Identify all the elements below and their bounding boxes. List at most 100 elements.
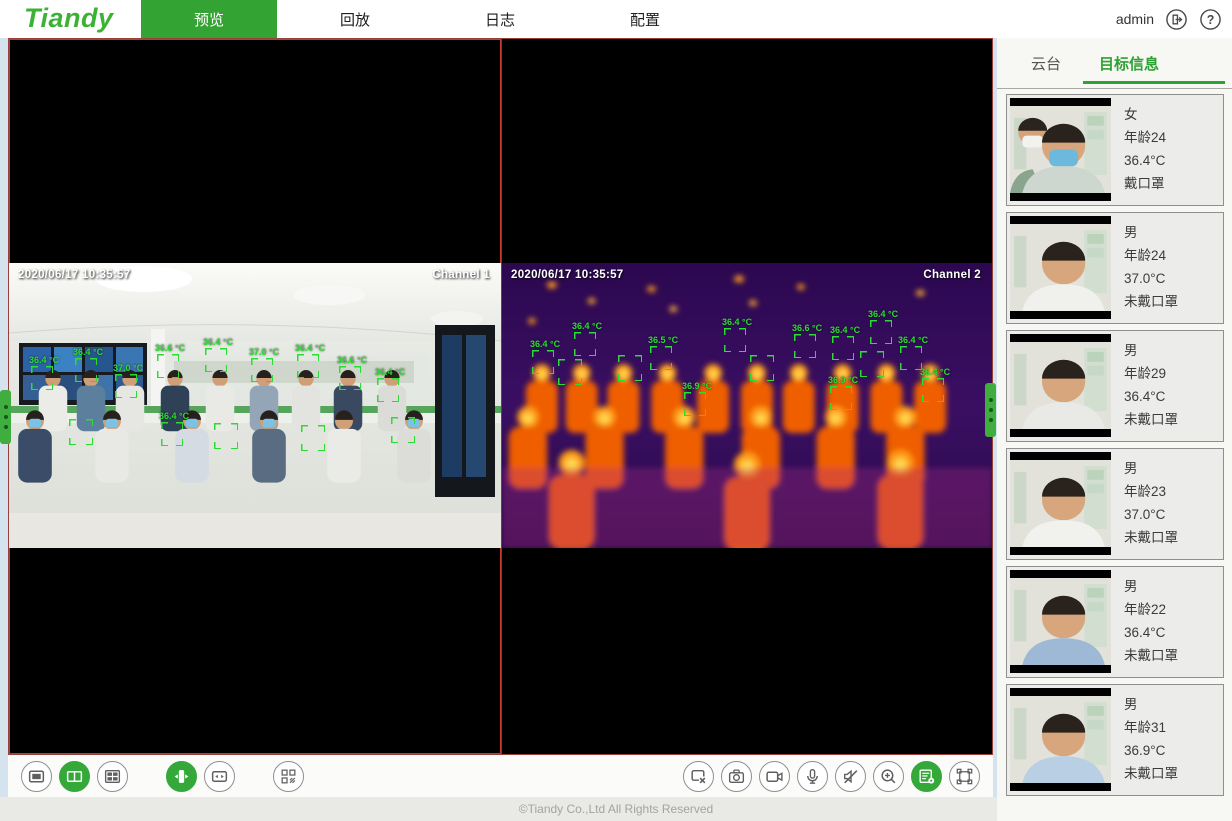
- svg-text:?: ?: [1207, 12, 1215, 26]
- video-grid: 2020/06/17 10:35:57 Channel 1 36.4 °C 36…: [8, 38, 993, 755]
- face-box: [69, 419, 93, 445]
- face-snapshot: [1010, 578, 1111, 665]
- video-toolbar: [8, 755, 993, 797]
- face-snapshot: [1010, 696, 1111, 783]
- tab-ptz[interactable]: 云台: [1031, 53, 1061, 74]
- tab-playback[interactable]: 回放: [300, 0, 410, 38]
- target-card[interactable]: 男 年龄29 36.4°C 未戴口罩: [1006, 330, 1224, 442]
- target-age: 年龄31: [1124, 716, 1178, 739]
- temp-annotation: 36.4 °C: [159, 411, 189, 446]
- target-info-text: 男 年龄23 37.0°C 未戴口罩: [1124, 457, 1178, 549]
- target-card[interactable]: 男 年龄24 37.0°C 未戴口罩: [1006, 212, 1224, 324]
- temp-annotation: 36.4 °C: [830, 325, 860, 360]
- temp-annotation: 36.4 °C: [898, 335, 928, 370]
- original-ratio-button[interactable]: [204, 761, 235, 792]
- custom-layout-button[interactable]: [273, 761, 304, 792]
- username-label: admin: [1116, 11, 1154, 27]
- temp-annotation: 36.4 °C: [572, 321, 602, 356]
- channel2-video-frame: [502, 263, 992, 548]
- mute-button[interactable]: [835, 761, 866, 792]
- close-all-button[interactable]: [683, 761, 714, 792]
- copyright-text: ©Tiandy Co.,Ltd All Rights Reserved: [519, 802, 713, 816]
- user-area: admin ?: [1116, 0, 1222, 38]
- digital-zoom-icon: [879, 767, 898, 786]
- target-age: 年龄22: [1124, 598, 1178, 621]
- custom-layout-icon: [279, 767, 298, 786]
- target-gender: 男: [1124, 457, 1178, 480]
- target-photo: [1010, 688, 1111, 791]
- target-mask-status: 未戴口罩: [1124, 408, 1178, 431]
- temp-annotation: 36.4 °C: [868, 309, 898, 344]
- channel1-timestamp: 2020/06/17 10:35:57: [18, 269, 131, 281]
- snapshot-icon: [727, 767, 746, 786]
- digital-zoom-button[interactable]: [873, 761, 904, 792]
- target-age: 年龄23: [1124, 480, 1178, 503]
- target-card[interactable]: 女 年龄24 36.4°C 戴口罩: [1006, 94, 1224, 206]
- target-info-button[interactable]: [911, 761, 942, 792]
- target-photo: [1010, 452, 1111, 555]
- right-panel-handle[interactable]: [985, 383, 996, 437]
- face-snapshot: [1010, 106, 1111, 193]
- target-temperature: 36.9°C: [1124, 739, 1178, 762]
- layout-dual-button[interactable]: [59, 761, 90, 792]
- temp-annotation: 36.9 °C: [828, 375, 858, 410]
- fill-window-icon: [172, 767, 191, 786]
- target-card[interactable]: 男 年龄31 36.9°C 未戴口罩: [1006, 684, 1224, 796]
- target-photo: [1010, 98, 1111, 201]
- right-sidebar: 云台 目标信息 女 年龄24 36.4°C 戴口罩 男 年龄24 37.0°C …: [997, 38, 1232, 821]
- mute-icon: [841, 767, 860, 786]
- face-box: [750, 355, 774, 381]
- face-box: [214, 423, 238, 449]
- talk-button[interactable]: [797, 761, 828, 792]
- layout-single-button[interactable]: [21, 761, 52, 792]
- tiandy-logo: Tiandy: [24, 3, 114, 34]
- video-pane-channel2[interactable]: 2020/06/17 10:35:57 Channel 2 36.4 °C 36…: [501, 39, 992, 754]
- target-list: 女 年龄24 36.4°C 戴口罩 男 年龄24 37.0°C 未戴口罩 男 年…: [1006, 94, 1224, 802]
- target-info-text: 女 年龄24 36.4°C 戴口罩: [1124, 103, 1166, 195]
- target-photo: [1010, 334, 1111, 437]
- temp-annotation: 36.4 °C: [530, 339, 560, 374]
- snapshot-button[interactable]: [721, 761, 752, 792]
- fill-window-button[interactable]: [166, 761, 197, 792]
- target-age: 年龄24: [1124, 244, 1178, 267]
- temp-annotation: 36.6 °C: [337, 355, 367, 390]
- temp-annotation: 36.4 °C: [295, 343, 325, 378]
- target-info-text: 男 年龄31 36.9°C 未戴口罩: [1124, 693, 1178, 785]
- channel1-label: Channel 1: [432, 269, 490, 281]
- record-button[interactable]: [759, 761, 790, 792]
- left-panel-handle[interactable]: [0, 390, 11, 444]
- tab-log[interactable]: 日志: [445, 0, 555, 38]
- layout-quad-button[interactable]: [97, 761, 128, 792]
- target-info-text: 男 年龄24 37.0°C 未戴口罩: [1124, 221, 1178, 313]
- target-temperature: 36.4°C: [1124, 385, 1178, 408]
- temp-annotation: 36.5 °C: [648, 335, 678, 370]
- region-icon: [955, 767, 974, 786]
- logout-icon[interactable]: [1165, 8, 1188, 31]
- region-button[interactable]: [949, 761, 980, 792]
- tab-preview[interactable]: 预览: [141, 0, 277, 38]
- target-age: 年龄29: [1124, 362, 1178, 385]
- target-temperature: 37.0°C: [1124, 503, 1178, 526]
- layout-quad-icon: [103, 767, 122, 786]
- temp-annotation: 36.9 °C: [682, 381, 712, 416]
- tab-target-info[interactable]: 目标信息: [1099, 53, 1159, 74]
- target-mask-status: 未戴口罩: [1124, 290, 1178, 313]
- tab-config[interactable]: 配置: [590, 0, 700, 38]
- target-gender: 男: [1124, 221, 1178, 244]
- top-bar: Tiandy 预览 回放 日志 配置 admin ?: [0, 0, 1232, 38]
- target-gender: 男: [1124, 339, 1178, 362]
- face-snapshot: [1010, 460, 1111, 547]
- target-temperature: 37.0°C: [1124, 267, 1178, 290]
- target-card[interactable]: 男 年龄22 36.4°C 未戴口罩: [1006, 566, 1224, 678]
- target-mask-status: 未戴口罩: [1124, 644, 1178, 667]
- channel2-timestamp: 2020/06/17 10:35:57: [511, 269, 624, 281]
- face-box: [558, 359, 582, 385]
- target-gender: 男: [1124, 575, 1178, 598]
- target-gender: 女: [1124, 103, 1166, 126]
- help-icon[interactable]: ?: [1199, 8, 1222, 31]
- target-card[interactable]: 男 年龄23 37.0°C 未戴口罩: [1006, 448, 1224, 560]
- layout-single-icon: [27, 767, 46, 786]
- channel1-video-frame: [9, 263, 501, 548]
- target-info-text: 男 年龄22 36.4°C 未戴口罩: [1124, 575, 1178, 667]
- video-pane-channel1[interactable]: 2020/06/17 10:35:57 Channel 1 36.4 °C 36…: [9, 39, 501, 754]
